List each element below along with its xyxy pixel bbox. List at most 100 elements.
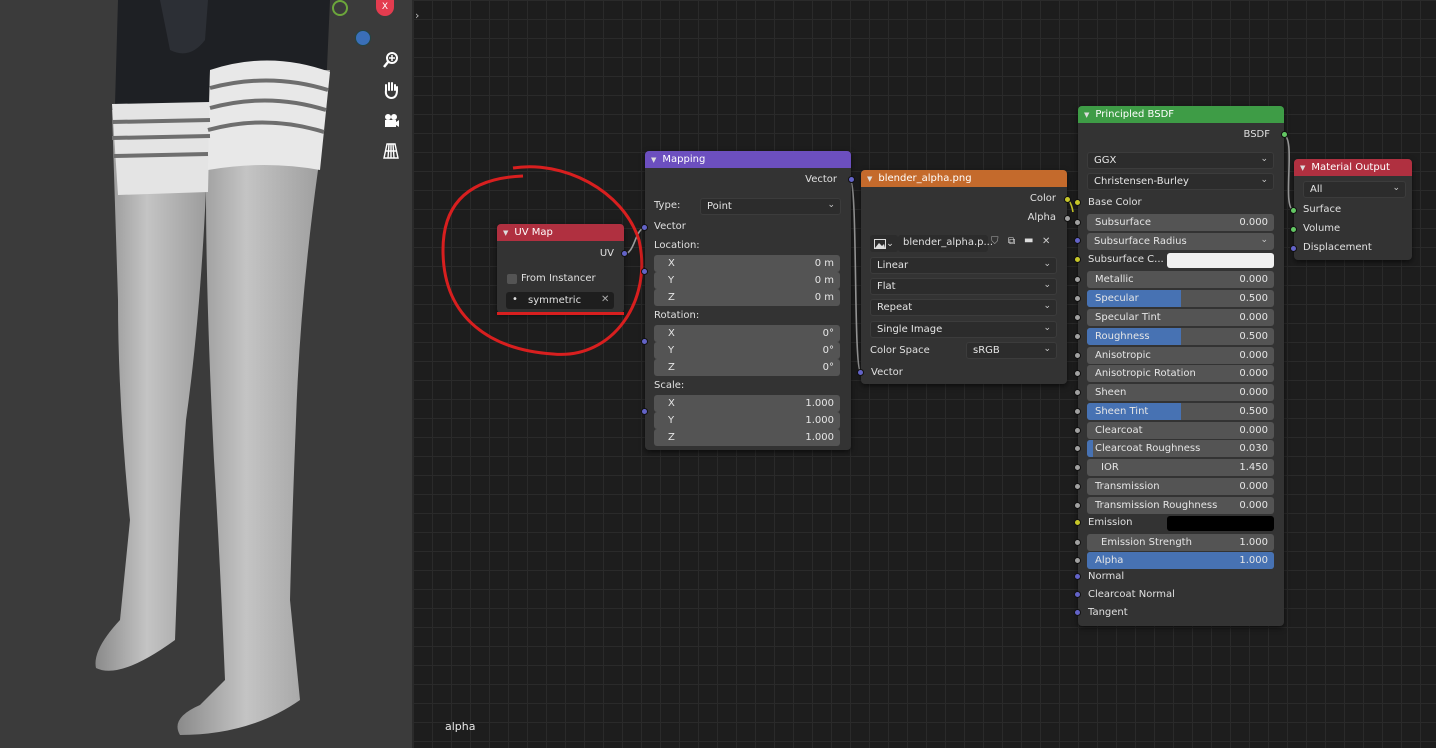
volume-socket[interactable] [1290,226,1297,233]
principled-bsdf-header[interactable]: ▼ Principled BSDF [1078,106,1284,123]
bsdf-field-sheen-tint[interactable]: Sheen Tint 0.500 [1087,403,1274,420]
bsdf-field-socket[interactable] [1074,295,1081,302]
bsdf-field-metallic[interactable]: Metallic 0.000 [1087,271,1274,288]
bsdf-field-clearcoat-roughness[interactable]: Clearcoat Roughness 0.030 [1087,440,1274,457]
bsdf-field-ior[interactable]: IOR 1.450 [1087,459,1274,476]
subsurface-color-socket[interactable] [1074,256,1081,263]
base-color-socket[interactable] [1074,199,1081,206]
image-vector-input-socket[interactable] [857,369,864,376]
subsurface-method-dropdown[interactable]: Christensen-Burley ⌄ [1087,173,1274,190]
node-editor-canvas[interactable]: › ▼ UV Map UV From Instancer • symmetric … [413,0,1436,748]
bsdf-field-specular-tint[interactable]: Specular Tint 0.000 [1087,309,1274,326]
bsdf-field-socket[interactable] [1074,314,1081,321]
open-folder-icon[interactable]: ▬ [1024,235,1033,246]
bsdf-field-clearcoat[interactable]: Clearcoat 0.000 [1087,422,1274,439]
type-dropdown[interactable]: Point ⌄ [700,198,841,215]
axis-gizmo-green[interactable] [332,0,348,16]
subsurface-radius-socket[interactable] [1074,237,1081,244]
rotation-z-field[interactable]: Z 0° [654,359,840,376]
emission-color-swatch[interactable] [1167,516,1274,531]
clearcoat-normal-socket[interactable] [1074,591,1081,598]
tangent-socket[interactable] [1074,609,1081,616]
distribution-dropdown[interactable]: GGX ⌄ [1087,152,1274,169]
uv-output-socket[interactable] [621,250,628,257]
bsdf-output-socket[interactable] [1281,131,1288,138]
bsdf-field-emission-strength[interactable]: Emission Strength 1.000 [1087,534,1274,551]
location-x-field[interactable]: X0 m [654,255,840,272]
zoom-icon[interactable] [379,48,403,72]
bsdf-field-socket[interactable] [1074,427,1081,434]
rotation-y-field[interactable]: Y 0° [654,342,840,359]
mapping-vector-output-socket[interactable] [848,176,855,183]
uv-map-header[interactable]: ▼ UV Map [497,224,624,241]
location-z-field[interactable]: Z0 m [654,289,840,306]
bsdf-field-anisotropic-rotation[interactable]: Anisotropic Rotation 0.000 [1087,365,1274,382]
scale-socket[interactable] [641,408,648,415]
target-dropdown[interactable]: All ⌄ [1303,181,1406,198]
alpha-output-socket[interactable] [1064,215,1071,222]
mapping-header[interactable]: ▼ Mapping [645,151,851,168]
bsdf-field-anisotropic[interactable]: Anisotropic 0.000 [1087,347,1274,364]
material-output-header[interactable]: ▼ Material Output [1294,159,1412,176]
grid-ortho-icon[interactable] [379,139,403,163]
uv-map-node[interactable]: ▼ UV Map UV From Instancer • symmetric ✕ [497,224,628,315]
camera-icon[interactable] [379,109,403,133]
scale-z-field[interactable]: Z 1.000 [654,429,840,446]
bsdf-field-roughness[interactable]: Roughness 0.500 [1087,328,1274,345]
scale-y-field[interactable]: Y 1.000 [654,412,840,429]
scale-x-field[interactable]: X 1.000 [654,395,840,412]
source-dropdown[interactable]: Single Image ⌄ [870,321,1057,338]
color-output-socket[interactable] [1064,196,1071,203]
bsdf-field-socket[interactable] [1074,539,1081,546]
3d-viewport[interactable]: X [0,0,413,748]
link-mapping-to-image [849,179,862,373]
bsdf-field-socket[interactable] [1074,408,1081,415]
material-output-node[interactable]: ▼ Material Output All ⌄ Surface Volume Dis… [1290,159,1412,260]
bsdf-field-socket[interactable] [1074,445,1081,452]
bsdf-field-socket[interactable] [1074,389,1081,396]
displacement-socket[interactable] [1290,245,1297,252]
location-socket[interactable] [641,268,648,275]
bsdf-field-socket[interactable] [1074,483,1081,490]
pan-hand-icon[interactable] [379,78,403,102]
clear-uv-icon[interactable]: ✕ [601,294,609,305]
axis-gizmo-blue[interactable] [355,30,371,46]
mapping-vector-input-socket[interactable] [641,224,648,231]
bsdf-field-socket[interactable] [1074,352,1081,359]
bsdf-field-socket[interactable] [1074,219,1081,226]
unlink-image-icon[interactable]: ✕ [1042,236,1050,247]
bsdf-field-socket[interactable] [1074,557,1081,564]
bsdf-field-socket[interactable] [1074,370,1081,377]
projection-dropdown[interactable]: Flat ⌄ [870,278,1057,295]
extension-dropdown[interactable]: Repeat ⌄ [870,299,1057,316]
bsdf-field-transmission[interactable]: Transmission 0.000 [1087,478,1274,495]
bsdf-field-subsurface[interactable]: Subsurface 0.000 [1087,214,1274,231]
mapping-node[interactable]: ▼ Mapping Vector Type: Point ⌄ Vector Loca… [641,151,855,450]
bsdf-field-sheen[interactable]: Sheen 0.000 [1087,384,1274,401]
rotation-socket[interactable] [641,338,648,345]
bsdf-field-socket[interactable] [1074,276,1081,283]
surface-socket[interactable] [1290,207,1297,214]
emission-socket[interactable] [1074,519,1081,526]
duplicate-image-icon[interactable]: ⧉ [1008,236,1015,247]
fake-user-shield-icon[interactable]: ⛉ [991,236,999,247]
interpolation-dropdown[interactable]: Linear ⌄ [870,257,1057,274]
subsurface-radius-dropdown[interactable]: Subsurface Radius ⌄ [1087,233,1274,250]
subsurface-color-swatch[interactable] [1167,253,1274,268]
field-label: Clearcoat [1095,425,1143,436]
bsdf-field-socket[interactable] [1074,502,1081,509]
location-y-field[interactable]: Y0 m [654,272,840,289]
colorspace-dropdown[interactable]: sRGB ⌄ [966,342,1057,359]
image-texture-node[interactable]: ▼ blender_alpha.png Color Alpha ⌄ blender… [857,170,1071,384]
bsdf-field-socket[interactable] [1074,464,1081,471]
bsdf-field-transmission-roughness[interactable]: Transmission Roughness 0.000 [1087,497,1274,514]
bsdf-field-specular[interactable]: Specular 0.500 [1087,290,1274,307]
from-instancer-checkbox[interactable] [507,274,517,284]
image-browse-button[interactable]: ⌄ [870,235,898,252]
principled-bsdf-node[interactable]: ▼ Principled BSDF BSDF GGX ⌄ Christensen-B… [1074,106,1288,626]
normal-socket[interactable] [1074,573,1081,580]
rotation-x-field[interactable]: X 0° [654,325,840,342]
bsdf-field-socket[interactable] [1074,333,1081,340]
bsdf-field-alpha[interactable]: Alpha 1.000 [1087,552,1274,569]
image-texture-header[interactable]: ▼ blender_alpha.png [861,170,1067,187]
